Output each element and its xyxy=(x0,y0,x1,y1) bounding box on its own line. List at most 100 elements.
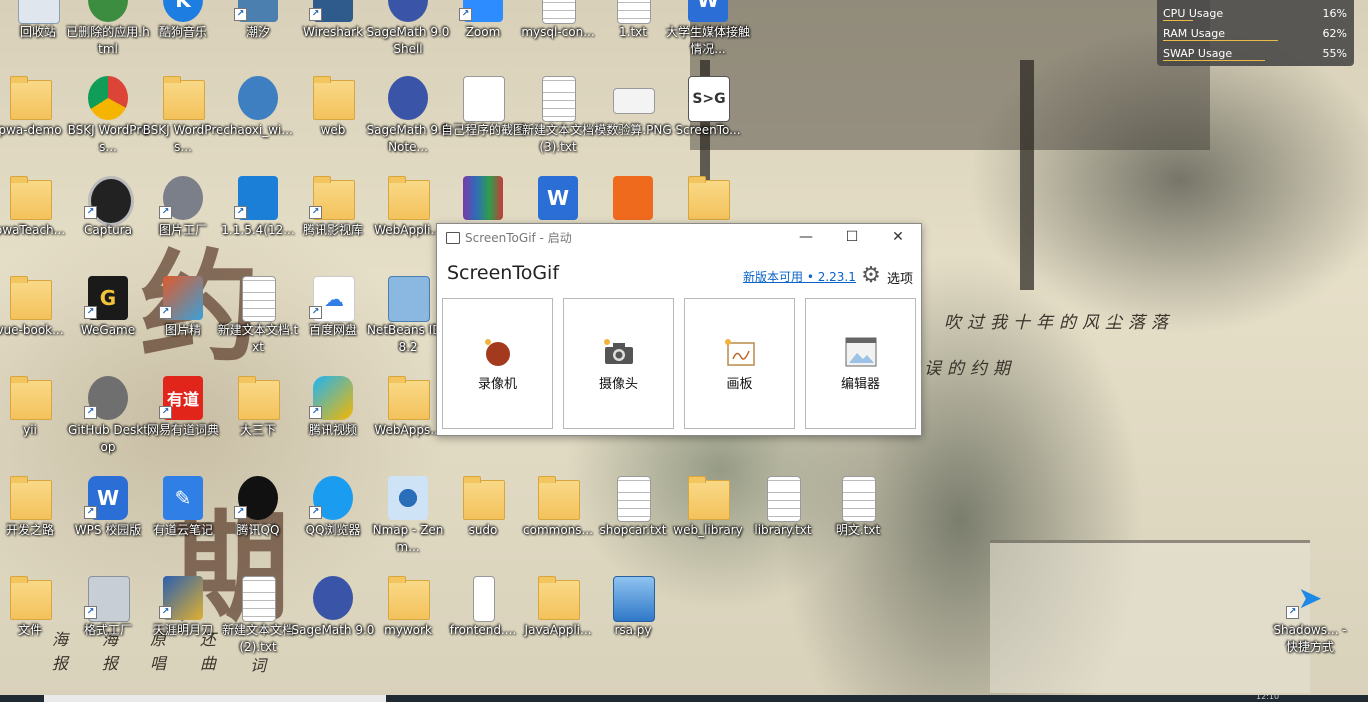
text-file-icon xyxy=(617,0,651,24)
folder-icon xyxy=(10,276,52,320)
desktop-icon-commons[interactable]: commons... xyxy=(520,476,596,576)
desktop-icon-recycle-bin[interactable]: 回收站 xyxy=(0,0,76,78)
minimize-button[interactable]: — xyxy=(783,224,829,250)
shortcut-arrow-icon: ↗ xyxy=(159,206,172,219)
desktop-icon-sagemath-shell[interactable]: SageMath 9.0 Shell xyxy=(367,0,449,78)
desktop-icon-kugou[interactable]: K 酷狗音乐 xyxy=(145,0,221,78)
icon-label: 图片工厂 xyxy=(158,223,207,237)
desktop-icon-new-text-3[interactable]: 新建文本文档 (3).txt xyxy=(520,76,596,176)
desktop-icon-junior-year[interactable]: 大三下 xyxy=(220,376,296,476)
desktop-icon-web-library[interactable]: web_library xyxy=(670,476,746,576)
desktop-icon-new-text[interactable]: 新建文本文档.txt xyxy=(218,276,298,376)
update-available-link[interactable]: 新版本可用 • 2.23.1 xyxy=(743,268,856,285)
desktop-icon-owateach[interactable]: owaTeach... xyxy=(0,176,68,276)
icon-label: rsa.py xyxy=(614,623,652,637)
desktop-icon-qq-browser[interactable]: ↗ QQ浏览器 xyxy=(295,476,371,576)
desktop-icon-sagemath-notebook[interactable]: SageMath 9.0 Note... xyxy=(367,76,449,176)
desktop-icon-wegame[interactable]: G ↗ WeGame xyxy=(70,276,146,376)
shortcut-arrow-icon: ↗ xyxy=(234,8,247,21)
desktop-icon-web[interactable]: web xyxy=(295,76,371,176)
desktop-icon-vue-book[interactable]: vue-book... xyxy=(0,276,68,376)
options-button[interactable]: 选项 xyxy=(887,268,913,287)
wallpaper-railing xyxy=(990,540,1310,693)
shortcut-arrow-icon: ↗ xyxy=(234,506,247,519)
icon-label: owaTeach... xyxy=(0,223,66,237)
desktop-icon-plaintext-txt[interactable]: 明文.txt xyxy=(820,476,896,576)
desktop-icon-tencent-video-lib[interactable]: ↗ 腾讯影视库 xyxy=(295,176,371,276)
tray-clock[interactable]: 12:10 xyxy=(1256,692,1279,701)
desktop-icon-javaappli[interactable]: JavaAppli... xyxy=(520,576,596,676)
desktop-icon-new-text-2[interactable]: 新建文本文档 (2).txt xyxy=(220,576,296,676)
desktop-icon-screentogif[interactable]: S>G ScreenTo... xyxy=(670,76,746,176)
desktop-icon-dev-road[interactable]: 开发之路 xyxy=(0,476,68,576)
desktop-icon-shadowsocks-shortcut[interactable]: ➤ ↗ Shadows... - 快捷方式 xyxy=(1272,576,1348,676)
desktop-icon-github-desktop[interactable]: ↗ GitHub Desktop xyxy=(68,376,148,476)
desktop-icon-yii[interactable]: yii xyxy=(0,376,68,476)
icon-label: 文件 xyxy=(17,623,42,637)
taskbar-search-box[interactable] xyxy=(44,695,386,702)
desktop-icon-frontend[interactable]: frontend.... xyxy=(445,576,521,676)
desktop-icon-netbeans[interactable]: NetBeans IDE 8.2 xyxy=(367,276,449,376)
desktop-icon-pwa-demo[interactable]: pwa-demo xyxy=(0,76,68,176)
icon-label: 大三下 xyxy=(239,423,276,437)
desktop-icon-shopcar-txt[interactable]: shopcar.txt xyxy=(595,476,671,576)
desktop-icon-mywork[interactable]: mywork xyxy=(370,576,446,676)
desktop-icon-sudo[interactable]: sudo xyxy=(445,476,521,576)
close-button[interactable]: ✕ xyxy=(875,224,921,250)
icon-label: pwa-demo xyxy=(0,123,62,137)
recorder-button[interactable]: 录像机 xyxy=(442,298,553,429)
camera-icon xyxy=(604,339,633,364)
folder-icon xyxy=(688,176,730,220)
desktop-icon-tianya-mingyuedao[interactable]: ↗ 天涯明月刀 xyxy=(145,576,221,676)
folder-icon xyxy=(10,476,52,520)
desktop-icon-picture-factory[interactable]: ↗ 图片工厂 xyxy=(145,176,221,276)
desktop-icon-mysql-con[interactable]: mysql-con... xyxy=(520,0,596,78)
desktop-icon-youdao-note[interactable]: ✎ 有道云笔记 xyxy=(145,476,221,576)
desktop-icon-picture-essence[interactable]: ↗ 图片精 xyxy=(145,276,221,376)
shortcut-arrow-icon: ↗ xyxy=(1286,606,1299,619)
desktop-icon-bskj-wordpress-1[interactable]: BSKJ WordPres... xyxy=(68,76,148,176)
desktop-icon-chaoxi[interactable]: ↗ 潮汐 xyxy=(220,0,296,78)
desktop-icon-chaoxi-wi[interactable]: chaoxi_wi... xyxy=(220,76,296,176)
desktop-icon-captura[interactable]: ↗ Captura xyxy=(70,176,146,276)
desktop-icon-wireshark[interactable]: ↗ Wireshark xyxy=(295,0,371,78)
icon-label: 格式工厂 xyxy=(83,623,132,637)
desktop-icon-survey-doc[interactable]: W 大学生媒体接触情况... xyxy=(666,0,750,78)
desktop-icon-wps-campus[interactable]: W ↗ WPS 校园版 xyxy=(70,476,146,576)
desktop-icon-1154[interactable]: ↗ 1.1.5.4(12... xyxy=(220,176,296,276)
desktop-icon-bskj-wordpress-2[interactable]: BSKJ WordPres... xyxy=(143,76,223,176)
gear-icon[interactable]: ⚙ xyxy=(860,264,882,288)
window-titlebar[interactable]: ScreenToGif - 启动 — ☐ ✕ xyxy=(437,224,921,250)
desktop-icon-rsa-py[interactable]: rsa.py xyxy=(595,576,671,676)
editor-button[interactable]: 编辑器 xyxy=(805,298,916,429)
icon-label: JavaAppli... xyxy=(524,623,592,637)
desktop-icon-modulus-png[interactable]: 模数验算.PNG xyxy=(594,76,672,176)
webcam-button[interactable]: 摄像头 xyxy=(563,298,674,429)
desktop-icon-baidu-netdisk[interactable]: ☁ ↗ 百度网盘 xyxy=(295,276,371,376)
icon-label: SageMath 9.0 Shell xyxy=(366,25,450,56)
shortcut-arrow-icon: ↗ xyxy=(84,606,97,619)
desktop-icon-nmap[interactable]: Nmap - Zenm... xyxy=(370,476,446,576)
desktop-icon-library-txt[interactable]: library.txt xyxy=(745,476,821,576)
desktop-icon-program-screenshots[interactable]: 自己程序的截图 xyxy=(441,76,525,176)
desktop-icon-format-factory[interactable]: ↗ 格式工厂 xyxy=(70,576,146,676)
desktop-icon-webappli[interactable]: WebAppli... xyxy=(370,176,446,276)
icon-label: 明文.txt xyxy=(835,523,881,537)
icon-label: library.txt xyxy=(754,523,812,537)
taskbar[interactable]: 12:10 xyxy=(0,692,1368,702)
desktop-icon-youdao-dict[interactable]: 有道 ↗ 网易有道词典 xyxy=(145,376,221,476)
desktop-icon-1-txt[interactable]: 1.txt xyxy=(595,0,671,78)
desktop-icon-tencent-qq[interactable]: ↗ 腾讯QQ xyxy=(220,476,296,576)
desktop-icon-deleted-apps[interactable]: 已删除的应用.html xyxy=(66,0,150,78)
desktop-icon-webapps[interactable]: WebApps... xyxy=(370,376,446,476)
maximize-button[interactable]: ☐ xyxy=(829,224,875,250)
desktop-icon-zoom[interactable]: ↗ Zoom xyxy=(445,0,521,78)
poem-line: 误的约期 xyxy=(924,359,1016,379)
icon-label: chaoxi_wi... xyxy=(223,123,293,137)
desktop-icon-files[interactable]: 文件 xyxy=(0,576,68,676)
board-button[interactable]: 画板 xyxy=(684,298,795,429)
icon-label: yii xyxy=(23,423,37,437)
desktop-icon-tencent-video[interactable]: ↗ 腾讯视频 xyxy=(295,376,371,476)
swap-usage-value: 55% xyxy=(1322,47,1347,60)
desktop-icon-sagemath[interactable]: SageMath 9.0 xyxy=(292,576,374,676)
